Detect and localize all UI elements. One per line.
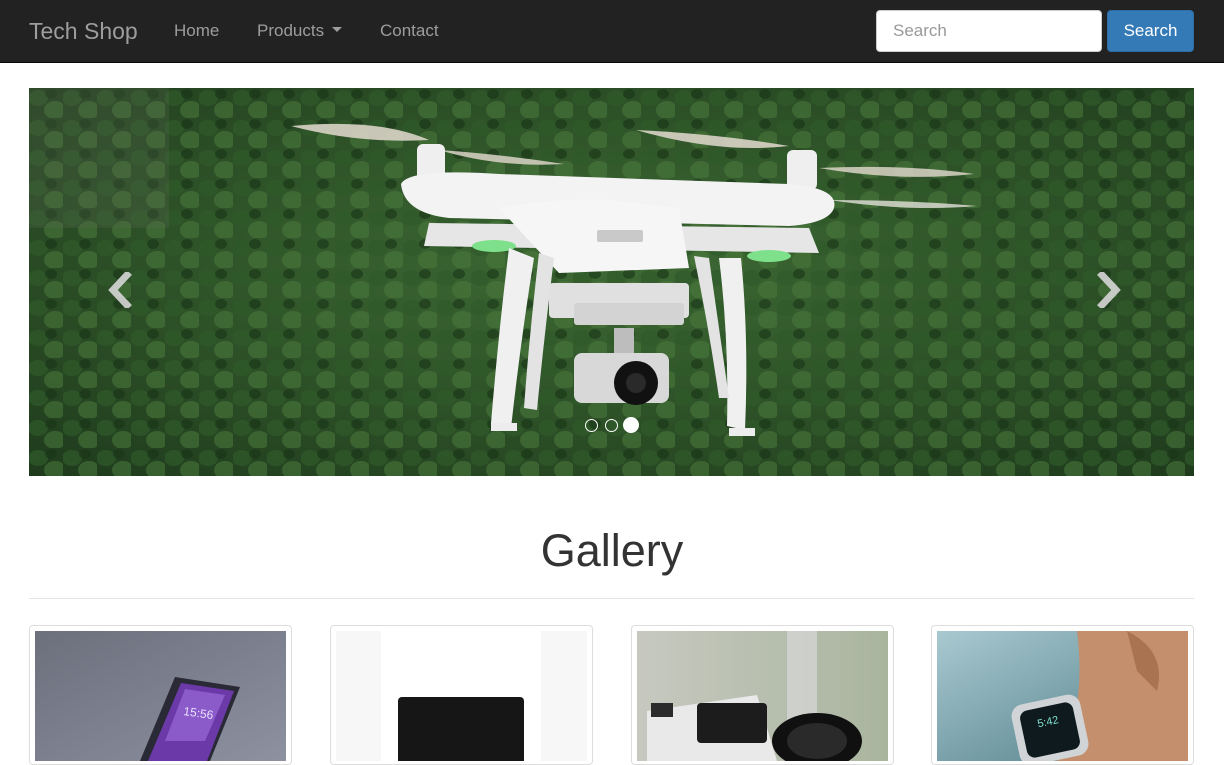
carousel-indicator-1[interactable] xyxy=(585,419,598,432)
gallery-thumbnail-camera[interactable] xyxy=(631,625,894,765)
gallery-thumbnail-watch[interactable]: 5:42 xyxy=(931,625,1194,765)
chevron-right-icon xyxy=(1097,272,1121,308)
gallery-image-laptop xyxy=(336,631,587,761)
nav-home-link[interactable]: Home xyxy=(174,21,219,41)
navbar: Tech Shop Home Products Contact Search xyxy=(0,0,1224,63)
gallery-title: Gallery xyxy=(540,525,684,576)
gallery-divider xyxy=(29,598,1194,599)
search-button[interactable]: Search xyxy=(1107,10,1194,52)
carousel-indicator-2[interactable] xyxy=(605,419,618,432)
carousel-indicator-3[interactable] xyxy=(623,417,639,433)
gallery-thumbnail-laptop[interactable] xyxy=(330,625,593,765)
carousel-prev-control[interactable] xyxy=(29,88,209,476)
nav-products-dropdown[interactable]: Products xyxy=(257,21,343,41)
gallery-image-camera xyxy=(637,631,888,761)
chevron-left-icon xyxy=(108,272,132,308)
search-input[interactable] xyxy=(876,10,1102,52)
gallery-image-watch: 5:42 xyxy=(937,631,1188,761)
gallery-image-phone: 15:56 xyxy=(35,631,286,761)
carousel xyxy=(29,88,1194,476)
brand-link[interactable]: Tech Shop xyxy=(29,17,138,45)
gallery-thumbnail-phone[interactable]: 15:56 xyxy=(29,625,292,765)
carousel-next-control[interactable] xyxy=(1014,88,1194,476)
nav-products-label: Products xyxy=(257,21,325,40)
caret-down-icon xyxy=(332,27,343,33)
nav-contact-link[interactable]: Contact xyxy=(380,21,439,41)
